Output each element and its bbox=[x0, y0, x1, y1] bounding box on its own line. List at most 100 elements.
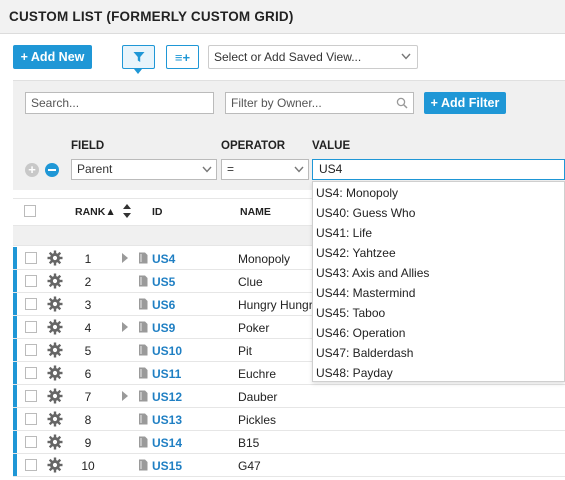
rank-cell: 9 bbox=[84, 436, 92, 450]
id-link[interactable]: US9 bbox=[152, 321, 175, 335]
gear-icon[interactable] bbox=[47, 273, 63, 289]
manage-columns-button[interactable]: ≡+ bbox=[166, 45, 199, 69]
name-cell: G47 bbox=[238, 459, 261, 473]
row-checkbox[interactable] bbox=[25, 367, 37, 379]
suggestion-item[interactable]: US40: Guess Who bbox=[316, 203, 415, 223]
rank-cell: 7 bbox=[84, 390, 92, 404]
select-all-checkbox[interactable] bbox=[24, 205, 36, 217]
id-link[interactable]: US5 bbox=[152, 275, 175, 289]
search-placeholder: Search... bbox=[31, 96, 80, 110]
rank-cell: 2 bbox=[84, 275, 92, 289]
row-checkbox[interactable] bbox=[25, 275, 37, 287]
gear-icon[interactable] bbox=[47, 365, 63, 381]
name-cell: Euchre bbox=[238, 367, 277, 381]
title-bar: CUSTOM LIST (FORMERLY CUSTOM GRID) bbox=[0, 0, 565, 34]
row-checkbox[interactable] bbox=[25, 252, 37, 264]
row-checkbox[interactable] bbox=[25, 321, 37, 333]
field-column-label: FIELD bbox=[71, 140, 105, 152]
rank-cell: 6 bbox=[84, 367, 92, 381]
gear-icon[interactable] bbox=[47, 319, 63, 335]
gear-icon[interactable] bbox=[47, 342, 63, 358]
story-icon bbox=[139, 367, 148, 379]
value-autocomplete-dropdown: US4: Monopoly US40: Guess Who US41: Life US… bbox=[312, 181, 565, 382]
owner-filter-input[interactable]: Filter by Owner... bbox=[225, 92, 414, 114]
filter-icon bbox=[133, 52, 144, 62]
table-row[interactable]: 10 US15 G47 bbox=[13, 454, 565, 477]
value-input[interactable]: US4 bbox=[312, 159, 565, 180]
name-cell: Pit bbox=[238, 344, 253, 358]
id-link[interactable]: US15 bbox=[152, 459, 182, 473]
field-select[interactable]: Parent bbox=[71, 159, 217, 180]
operator-select[interactable]: = bbox=[221, 159, 309, 180]
name-column-header[interactable]: NAME bbox=[240, 206, 271, 218]
row-checkbox[interactable] bbox=[25, 390, 37, 402]
id-link[interactable]: US11 bbox=[152, 367, 181, 381]
rank-header-label: RANK bbox=[75, 206, 106, 218]
suggestion-item[interactable]: US48: Payday bbox=[316, 363, 393, 383]
story-icon bbox=[139, 413, 148, 425]
value-column-label: VALUE bbox=[312, 140, 351, 152]
expand-caret-icon[interactable] bbox=[122, 322, 128, 332]
row-checkbox[interactable] bbox=[25, 298, 37, 310]
filter-active-pointer bbox=[134, 69, 142, 74]
gear-icon[interactable] bbox=[47, 250, 63, 266]
story-icon bbox=[139, 321, 148, 333]
search-input[interactable]: Search... bbox=[25, 92, 214, 114]
rank-cell: 3 bbox=[84, 298, 92, 312]
row-checkbox[interactable] bbox=[25, 413, 37, 425]
expand-caret-icon[interactable] bbox=[122, 391, 128, 401]
id-link[interactable]: US10 bbox=[152, 344, 182, 358]
row-checkbox[interactable] bbox=[25, 344, 37, 356]
rank-cell: 10 bbox=[81, 459, 95, 473]
gear-icon[interactable] bbox=[47, 434, 63, 450]
row-color-stripe bbox=[13, 408, 17, 430]
expand-caret-icon[interactable] bbox=[122, 253, 128, 263]
filter-toggle-button[interactable] bbox=[122, 45, 155, 69]
gear-icon[interactable] bbox=[47, 296, 63, 312]
suggestion-item[interactable]: US45: Taboo bbox=[316, 303, 385, 323]
chevron-down-icon bbox=[202, 166, 212, 173]
page-title: CUSTOM LIST (FORMERLY CUSTOM GRID) bbox=[9, 9, 294, 24]
suggestion-item[interactable]: US43: Axis and Allies bbox=[316, 263, 429, 283]
gear-icon[interactable] bbox=[47, 388, 63, 404]
chevron-down-icon bbox=[401, 53, 411, 60]
suggestion-item[interactable]: US46: Operation bbox=[316, 323, 405, 343]
suggestion-item[interactable]: US42: Yahtzee bbox=[316, 243, 396, 263]
row-color-stripe bbox=[13, 339, 17, 361]
story-icon bbox=[139, 390, 148, 402]
story-icon bbox=[139, 275, 148, 287]
suggestion-item[interactable]: US41: Life bbox=[316, 223, 372, 243]
table-row[interactable]: 7 US12 Dauber bbox=[13, 385, 565, 408]
chevron-down-icon bbox=[294, 166, 304, 173]
row-color-stripe bbox=[13, 247, 17, 269]
id-column-header[interactable]: ID bbox=[152, 206, 163, 218]
row-color-stripe bbox=[13, 362, 17, 384]
id-link[interactable]: US13 bbox=[152, 413, 182, 427]
search-icon bbox=[396, 97, 408, 109]
row-checkbox[interactable] bbox=[25, 436, 37, 448]
table-row[interactable]: 9 US14 B15 bbox=[13, 431, 565, 454]
gear-icon[interactable] bbox=[47, 457, 63, 473]
id-link[interactable]: US12 bbox=[152, 390, 182, 404]
columns-add-icon: ≡+ bbox=[174, 49, 191, 65]
row-color-stripe bbox=[13, 385, 17, 407]
table-row[interactable]: 8 US13 Pickles bbox=[13, 408, 565, 431]
row-color-stripe bbox=[13, 454, 17, 476]
add-filter-button[interactable]: + Add Filter bbox=[424, 92, 506, 114]
id-link[interactable]: US4 bbox=[152, 252, 175, 266]
suggestion-item[interactable]: US4: Monopoly bbox=[316, 183, 398, 203]
name-cell: Monopoly bbox=[238, 252, 291, 266]
operator-select-value: = bbox=[227, 162, 235, 176]
suggestion-item[interactable]: US44: Mastermind bbox=[316, 283, 415, 303]
suggestion-item[interactable]: US47: Balderdash bbox=[316, 343, 413, 363]
add-new-button[interactable]: + Add New bbox=[13, 45, 92, 69]
gear-icon[interactable] bbox=[47, 411, 63, 427]
rank-column-header[interactable]: RANK▲ bbox=[75, 206, 116, 218]
saved-view-select[interactable]: Select or Add Saved View... bbox=[208, 45, 418, 69]
add-row-icon[interactable]: + bbox=[25, 163, 39, 177]
remove-row-icon[interactable] bbox=[45, 163, 59, 177]
id-link[interactable]: US14 bbox=[152, 436, 182, 450]
row-checkbox[interactable] bbox=[25, 459, 37, 471]
id-link[interactable]: US6 bbox=[152, 298, 175, 312]
sort-toggle-icon[interactable] bbox=[122, 203, 132, 219]
